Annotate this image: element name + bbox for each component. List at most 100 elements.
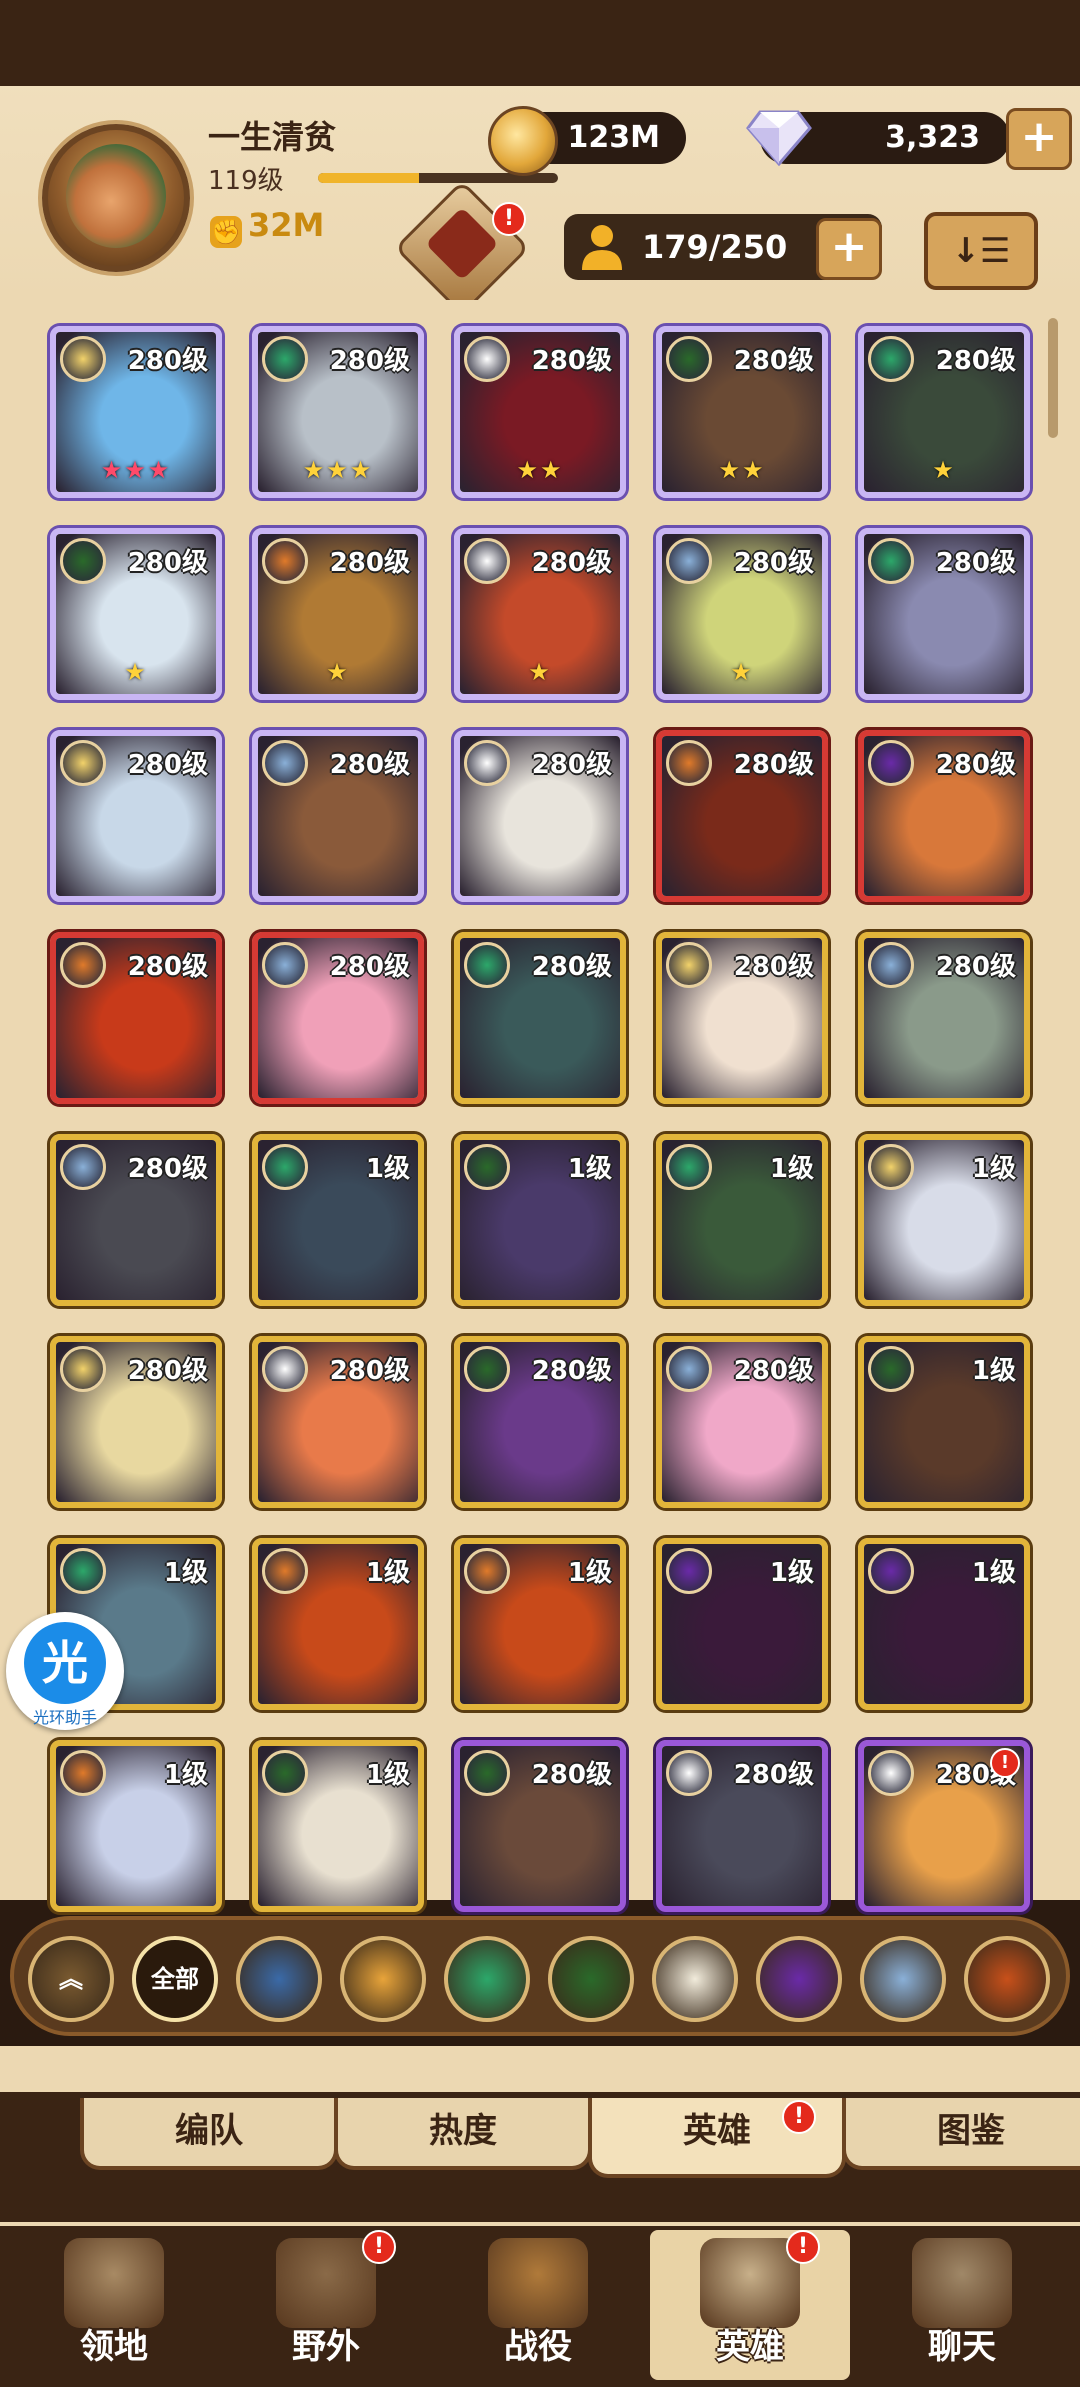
filter-hypogean-button[interactable] xyxy=(756,1936,842,2022)
hero-level: 280级 xyxy=(329,346,410,376)
hero-card[interactable]: 280级 xyxy=(454,1740,626,1912)
player-avatar[interactable] xyxy=(42,124,190,272)
hero-card[interactable]: 1级 xyxy=(656,1538,828,1710)
hero-level: 280级 xyxy=(329,1356,410,1386)
hero-card[interactable]: 280级 xyxy=(656,932,828,1104)
filter-mauler-button[interactable] xyxy=(340,1936,426,2022)
hero-card[interactable]: 280级 ★ xyxy=(50,528,222,700)
filter-draconis-button[interactable] xyxy=(964,1936,1050,2022)
faction-filter-bar: ︽ 全部 xyxy=(10,1916,1070,2036)
hero-card[interactable]: 280级 ★★ xyxy=(656,326,828,498)
hero-card[interactable]: 280级 xyxy=(50,1336,222,1508)
hero-level: 1级 xyxy=(769,1558,814,1588)
nav-heroes[interactable]: 英雄! xyxy=(650,2230,850,2380)
hero-card[interactable]: 280级 xyxy=(252,1336,424,1508)
hero-card[interactable]: 280级 ★★★ xyxy=(50,326,222,498)
hero-level: 280级 xyxy=(733,750,814,780)
hero-card[interactable]: 280级 xyxy=(50,932,222,1104)
filter-all-button[interactable]: 全部 xyxy=(132,1936,218,2022)
hero-card[interactable]: 280级 xyxy=(454,730,626,902)
hero-card[interactable]: 280级 ★ xyxy=(454,528,626,700)
hero-card[interactable]: 1级 xyxy=(252,1538,424,1710)
hero-card[interactable]: 1级 xyxy=(454,1134,626,1306)
tab-popularity-label: 热度 xyxy=(429,2111,497,2151)
nav-campaign-label: 战役 xyxy=(504,2327,572,2367)
hero-card[interactable]: 1级 xyxy=(858,1336,1030,1508)
hero-card[interactable]: 280级! xyxy=(858,1740,1030,1912)
hero-card[interactable]: 280级 xyxy=(454,1336,626,1508)
filter-celestial-button[interactable] xyxy=(652,1936,738,2022)
hero-card[interactable]: 280级 xyxy=(454,932,626,1104)
tab-codex[interactable]: 图鉴 xyxy=(842,2098,1080,2170)
hero-card[interactable]: 280级 xyxy=(50,730,222,902)
celestial-faction-icon xyxy=(464,336,510,382)
nav-chat[interactable]: 聊天 xyxy=(862,2230,1062,2380)
graveborn-faction-icon xyxy=(464,1144,510,1190)
tab-formation[interactable]: 编队 xyxy=(80,2098,338,2170)
hero-card[interactable]: 280级 xyxy=(858,528,1030,700)
filter-graveborn-button[interactable] xyxy=(548,1936,634,2022)
guild-emblem[interactable] xyxy=(394,180,530,316)
hero-stars: ★ xyxy=(124,658,148,686)
filter-all-label: 全部 xyxy=(151,1965,199,1993)
hero-card[interactable]: 1级 xyxy=(858,1134,1030,1306)
nav-campaign-icon xyxy=(488,2238,588,2328)
hero-card[interactable]: 280级 xyxy=(252,932,424,1104)
hero-card[interactable]: 280级 xyxy=(656,1336,828,1508)
nav-wild[interactable]: 野外! xyxy=(226,2230,426,2380)
hero-level: 280级 xyxy=(127,750,208,780)
hero-level: 280级 xyxy=(127,1356,208,1386)
sort-button[interactable]: ↓☰ xyxy=(924,212,1038,290)
hero-level: 1级 xyxy=(163,1558,208,1588)
hero-card[interactable]: 280级 ★ xyxy=(858,326,1030,498)
tab-popularity[interactable]: 热度 xyxy=(334,2098,592,2170)
hero-card[interactable]: 1级 xyxy=(252,1740,424,1912)
filter-dimensional-button[interactable] xyxy=(860,1936,946,2022)
filter-lightbearer-button[interactable] xyxy=(236,1936,322,2022)
hero-card[interactable]: 280级 xyxy=(656,1740,828,1912)
hero-card[interactable]: 280级 xyxy=(858,932,1030,1104)
hero-level: 280级 xyxy=(531,1356,612,1386)
hero-card[interactable]: 280级 ★ xyxy=(656,528,828,700)
hero-grid: 280级 ★★★ 280级 ★★★ 280级 ★★ 280级 ★★ 280级 ★ 280级 ★ 280级… xyxy=(0,300,1080,1912)
hero-level: 1级 xyxy=(365,1154,410,1184)
hero-level: 280级 xyxy=(329,750,410,780)
hypogean-faction-icon xyxy=(868,740,914,786)
nav-campaign[interactable]: 战役 xyxy=(438,2230,638,2380)
mauler-faction-icon xyxy=(262,538,308,584)
hero-level: 280级 xyxy=(531,952,612,982)
lightbearer-faction-icon xyxy=(666,942,712,988)
nav-wild-label: 野外 xyxy=(292,2327,360,2367)
tab-heroes-label: 英雄 xyxy=(683,2111,751,2151)
hero-card[interactable]: 280级 xyxy=(656,730,828,902)
hero-level: 280级 xyxy=(733,346,814,376)
filter-wilder-button[interactable] xyxy=(444,1936,530,2022)
lightbearer-faction-icon xyxy=(60,1346,106,1392)
celestial-faction-icon xyxy=(262,1346,308,1392)
hero-card[interactable]: 1级 xyxy=(50,1740,222,1912)
hero-card[interactable]: 280级 ★★ xyxy=(454,326,626,498)
hero-card[interactable]: 280级 ★ xyxy=(252,528,424,700)
hero-card[interactable]: 1级 xyxy=(656,1134,828,1306)
hero-card[interactable]: 1级 xyxy=(858,1538,1030,1710)
hero-level: 280级 xyxy=(127,346,208,376)
hero-notification-badge: ! xyxy=(990,1748,1020,1778)
hero-card[interactable]: 280级 xyxy=(858,730,1030,902)
hero-card[interactable]: 280级 xyxy=(252,730,424,902)
hero-count-value: 179/250 xyxy=(642,228,788,266)
person-icon xyxy=(582,225,622,270)
hero-card[interactable]: 280级 xyxy=(50,1134,222,1306)
hero-card[interactable]: 1级 xyxy=(252,1134,424,1306)
hero-level: 280级 xyxy=(531,750,612,780)
hero-card[interactable]: 1级 xyxy=(454,1538,626,1710)
add-diamonds-button[interactable]: + xyxy=(1006,108,1072,170)
expand-hero-slots-button[interactable]: + xyxy=(816,218,882,280)
hero-level: 1级 xyxy=(769,1154,814,1184)
grid-scrollbar[interactable] xyxy=(1048,318,1058,438)
nav-territory[interactable]: 领地 xyxy=(14,2230,214,2380)
halo-assistant-button[interactable]: 光 光环助手 xyxy=(6,1612,124,1730)
filter-collapse-button[interactable]: ︽ xyxy=(28,1936,114,2022)
hero-card[interactable]: 280级 ★★★ xyxy=(252,326,424,498)
wilder-faction-icon xyxy=(464,942,510,988)
player-power: ✊ 32M xyxy=(210,206,324,248)
